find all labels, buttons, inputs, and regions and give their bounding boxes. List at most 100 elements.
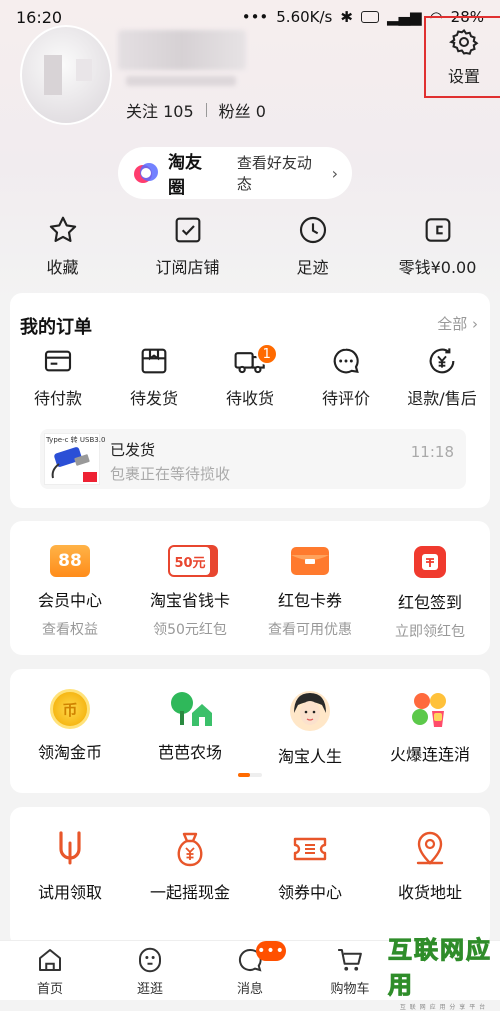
tool-trial[interactable]: 试用领取 (10, 829, 130, 903)
service-savings-card[interactable]: 50元 淘宝省钱卡 领50元红包 (130, 545, 250, 641)
game-label: 火爆连连消 (389, 745, 470, 764)
fans-label: 粉丝 (218, 102, 251, 121)
tool-label: 一起摇现金 (149, 883, 230, 902)
follow-label: 关注 (126, 102, 159, 121)
service-label: 淘宝省钱卡 (149, 591, 230, 610)
trial-icon (59, 831, 81, 865)
game-farm[interactable]: 芭芭农场 (130, 689, 250, 767)
status-time: 16:20 (16, 7, 63, 27)
money-bag-icon (177, 832, 203, 867)
orders-all-link[interactable]: 全部 › (437, 313, 478, 334)
settings-label: 设置 (447, 67, 480, 86)
game-match[interactable]: 火爆连连消 (370, 689, 490, 767)
orders-card: 我的订单 全部 › 待付款 待发货 1 待收货 待评价 退款/售后 Type-c… (10, 293, 490, 508)
service-label: 会员中心 (37, 591, 102, 610)
order-pending-payment[interactable]: 待付款 (10, 345, 106, 415)
tab-label: 消息 (236, 981, 263, 997)
order-count-badge: 1 (255, 343, 278, 365)
friend-circle-logo-icon (132, 159, 160, 187)
order-pending-ship[interactable]: 待发货 (106, 345, 202, 415)
checkin-icon (414, 546, 446, 578)
tool-shake-cash[interactable]: 一起摇现金 (130, 829, 250, 903)
avatar[interactable] (20, 25, 112, 125)
order-pending-receive[interactable]: 1 待收货 (202, 343, 298, 415)
service-label: 红包卡券 (277, 591, 342, 610)
follow-count[interactable]: 关注 105 (126, 98, 194, 122)
cart-icon (338, 948, 362, 971)
order-label: 待付款 (33, 389, 82, 408)
shipment-time: 11:18 (410, 443, 454, 461)
quick-wallet[interactable]: 零钱¥0.00 (375, 214, 500, 284)
quick-links: 收藏 订阅店铺 足迹 零钱¥0.00 (0, 214, 500, 284)
quick-label: 足迹 (296, 258, 329, 277)
divider (205, 103, 207, 117)
fans-number: 0 (255, 102, 266, 121)
settings-button[interactable]: 设置 (424, 16, 500, 98)
page-indicator (238, 773, 262, 777)
explore-icon (139, 947, 161, 972)
follow-number: 105 (163, 102, 194, 121)
follow-stats: 关注 105 粉丝 0 (126, 98, 266, 122)
service-sub: 查看可用优惠 (268, 622, 352, 638)
quick-label: 零钱¥0.00 (398, 258, 477, 277)
friend-circle-title: 淘友圈 (168, 153, 202, 198)
tools-row: 试用领取 一起摇现金 领券中心 收货地址 (10, 829, 490, 903)
quick-subscribed-shops[interactable]: 订阅店铺 (125, 214, 250, 284)
bluetooth-icon: ✱ (340, 8, 353, 26)
clock-icon (299, 216, 326, 244)
message-badge: ••• (256, 941, 286, 961)
game-label: 淘宝人生 (277, 747, 342, 766)
order-label: 待评价 (321, 389, 370, 408)
tool-coupon-center[interactable]: 领券中心 (250, 829, 370, 903)
gear-icon (449, 29, 479, 55)
game-label: 领淘金币 (37, 743, 102, 762)
red-envelope-icon (291, 547, 329, 575)
farm-icon (171, 692, 212, 726)
product-thumbnail: Type-c 转 USB3.0 (44, 433, 105, 485)
package-icon (141, 348, 167, 374)
orders-title: 我的订单 (20, 317, 92, 338)
friend-circle-action: 查看好友动态 (236, 154, 312, 193)
member-info-blurred (126, 76, 236, 86)
tab-explore[interactable]: 逛逛 (100, 941, 200, 1000)
service-member-center[interactable]: 88 会员中心 查看权益 (10, 545, 130, 641)
service-sub: 立即领红包 (395, 624, 465, 640)
service-label: 红包签到 (397, 593, 462, 612)
tool-label: 试用领取 (37, 883, 102, 902)
star-icon (49, 216, 76, 242)
quick-footprints[interactable]: 足迹 (250, 214, 375, 284)
member-88-icon: 88 (50, 545, 90, 577)
shipment-item[interactable]: Type-c 转 USB3.0 已发货 包裹正在等待揽收 11:18 (40, 429, 466, 489)
quick-favorites[interactable]: 收藏 (0, 214, 125, 284)
watermark-main: 互联网应用 (388, 935, 492, 999)
game-taobao-life[interactable]: 淘宝人生 (250, 689, 370, 767)
tab-label: 逛逛 (136, 981, 163, 997)
quick-label: 订阅店铺 (155, 258, 220, 277)
order-label: 待发货 (129, 389, 178, 408)
thumbnail-caption: Type-c 转 USB3.0 (46, 436, 106, 444)
checkbox-icon (175, 217, 200, 243)
games-card: 币 领淘金币 芭芭农场 淘宝人生 火爆连连消 (10, 669, 490, 793)
tool-address[interactable]: 收货地址 (370, 829, 490, 903)
game-label: 芭芭农场 (157, 743, 222, 762)
tab-label: 首页 (36, 981, 63, 997)
tab-home[interactable]: 首页 (0, 941, 100, 1000)
order-refund[interactable]: 退款/售后 (394, 345, 490, 415)
chat-icon (333, 348, 359, 374)
tab-cart[interactable]: 购物车 (300, 941, 400, 1000)
friend-circle-button[interactable]: 淘友圈 查看好友动态 › (118, 147, 352, 199)
order-pending-review[interactable]: 待评价 (298, 345, 394, 415)
services-row: 88 会员中心 查看权益 50元 淘宝省钱卡 领50元红包 红包卡券 查看可用优… (10, 545, 490, 641)
order-label: 待收货 (225, 389, 274, 408)
avatar-girl-icon (290, 691, 330, 731)
tool-label: 领券中心 (277, 883, 342, 902)
status-dots: ••• (241, 8, 269, 26)
fans-count[interactable]: 粉丝 0 (219, 98, 266, 122)
service-checkin[interactable]: 红包签到 立即领红包 (370, 545, 490, 641)
service-sub: 领50元红包 (153, 622, 227, 638)
tab-messages[interactable]: ••• 消息 (200, 941, 300, 1000)
games-row: 币 领淘金币 芭芭农场 淘宝人生 火爆连连消 (10, 689, 490, 767)
game-gold-coins[interactable]: 币 领淘金币 (10, 689, 130, 767)
service-coupons[interactable]: 红包卡券 查看可用优惠 (250, 545, 370, 641)
refund-icon (429, 348, 455, 374)
